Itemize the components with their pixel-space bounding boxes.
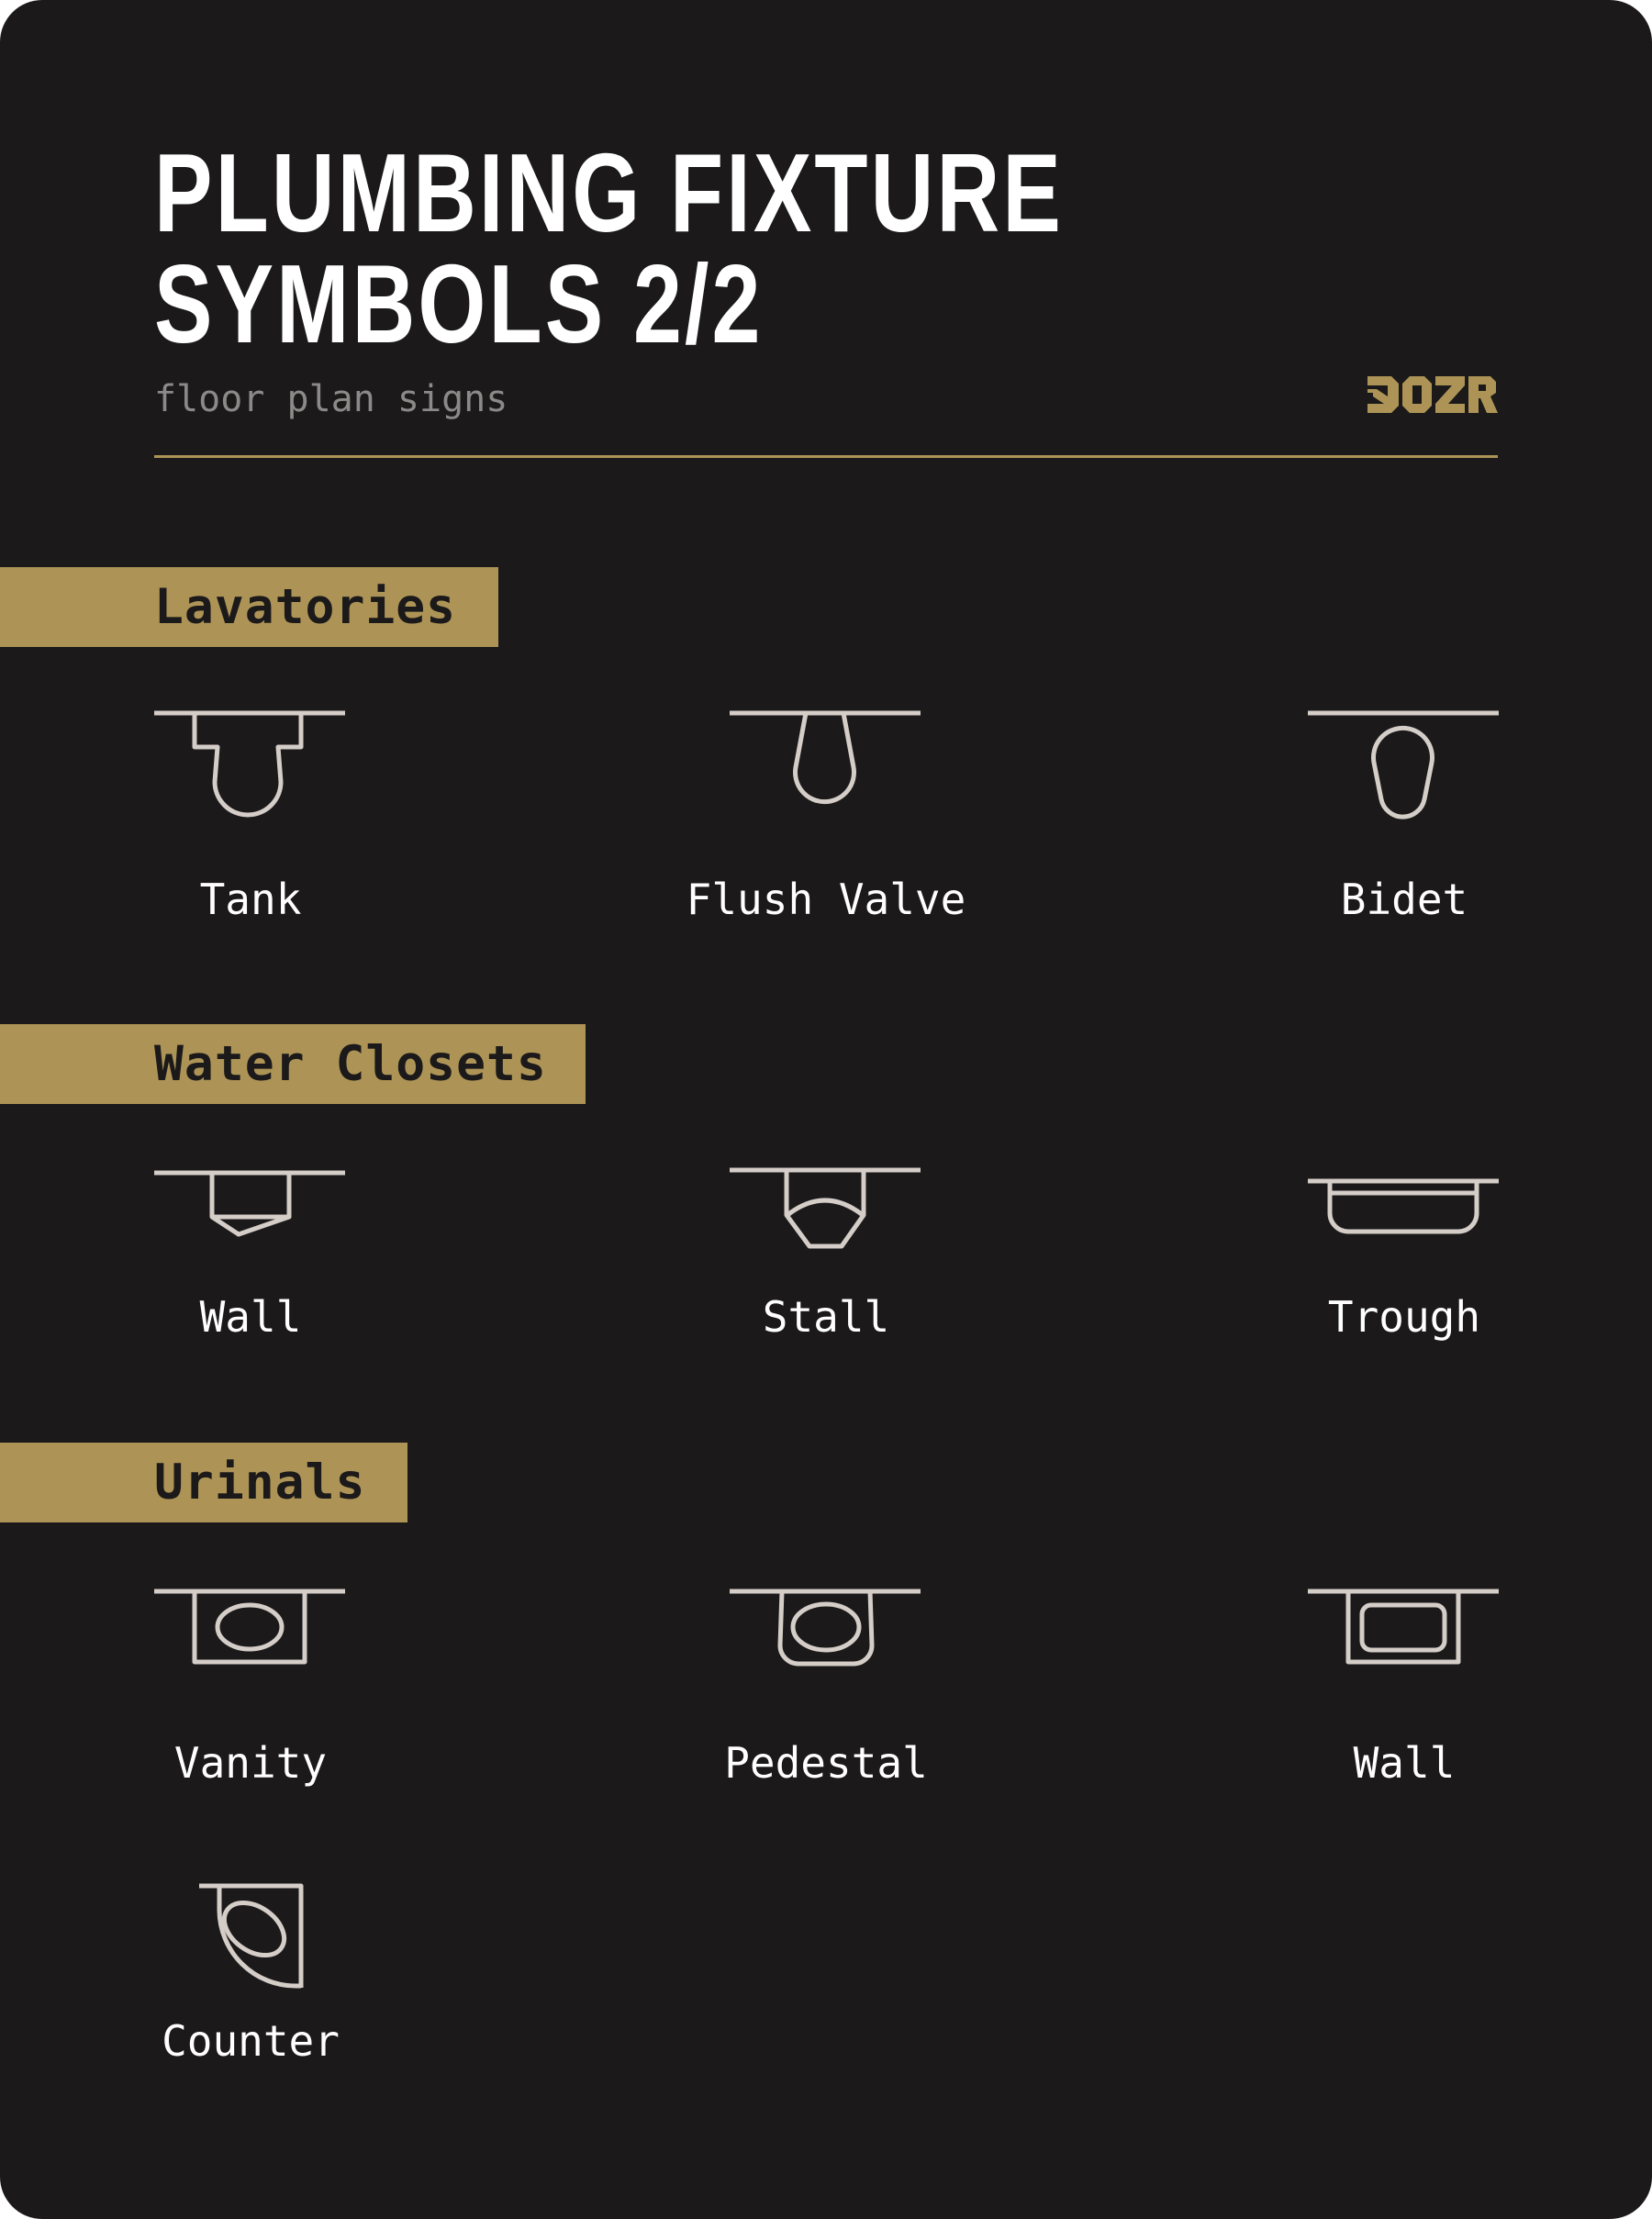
section-title: Lavatories — [154, 579, 457, 635]
counter-icon — [199, 1883, 304, 1989]
fixture-label: Wall — [1353, 1738, 1456, 1788]
fixture-label: Wall — [199, 1292, 302, 1342]
fixture-label: Vanity — [173, 1738, 328, 1788]
pedestal-icon — [730, 1589, 921, 1667]
section-banner-lavatories: Lavatories — [0, 567, 498, 647]
flush-valve-icon — [730, 710, 921, 805]
title-line-1: PLUMBING FIXTURE — [154, 130, 1064, 255]
fixture-label: Stall — [762, 1292, 890, 1342]
fixture-label: Flush Valve — [686, 875, 966, 924]
title-line-2: SYMBOLS 2/2 — [154, 241, 764, 366]
stall-icon — [730, 1167, 921, 1249]
section-title: Water Closets — [154, 1036, 547, 1092]
tank-icon — [154, 710, 345, 818]
fixture-label: Counter — [162, 2016, 340, 2066]
section-banner-urinals: Urinals — [0, 1443, 407, 1522]
section-title: Urinals — [154, 1455, 366, 1511]
vanity-icon — [154, 1589, 345, 1665]
fixture-label: Pedestal — [724, 1738, 928, 1788]
poster-card: PLUMBING FIXTURE SYMBOLS 2/2 floor plan … — [0, 0, 1652, 2219]
header-divider — [154, 455, 1498, 458]
fixture-label: Trough — [1327, 1292, 1481, 1342]
section-banner-water-closets: Water Closets — [0, 1024, 586, 1104]
brand-logo-icon — [1367, 376, 1498, 413]
bidet-icon — [1308, 710, 1499, 820]
subtitle: floor plan signs — [154, 378, 508, 420]
wall-water-closet-icon — [154, 1170, 345, 1237]
fixture-label: Tank — [199, 875, 302, 924]
wall-urinal-icon — [1308, 1589, 1499, 1665]
fixture-label: Bidet — [1340, 875, 1468, 924]
page-title: PLUMBING FIXTURE SYMBOLS 2/2 — [154, 137, 1064, 360]
trough-icon — [1308, 1178, 1499, 1234]
